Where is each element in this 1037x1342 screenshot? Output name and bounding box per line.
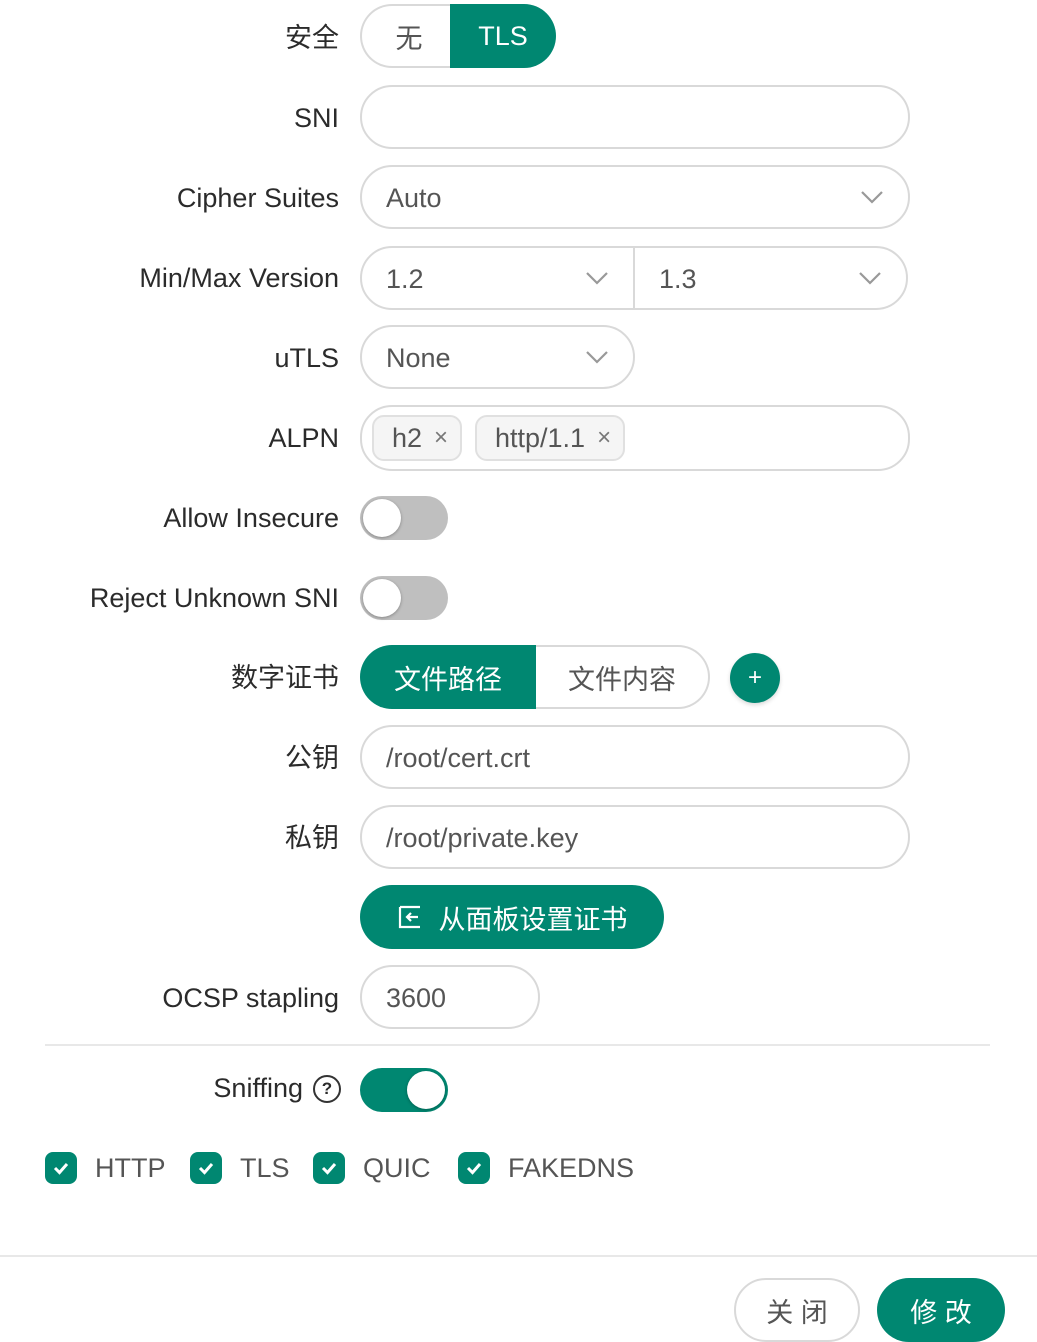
version-label: Min/Max Version: [139, 263, 339, 293]
cipher-suites-value: Auto: [386, 183, 442, 213]
footer-divider: [0, 1255, 1037, 1257]
close-icon[interactable]: ×: [597, 424, 611, 452]
security-label: 安全: [285, 23, 339, 53]
set-cert-from-panel-label: 从面板设置证书: [438, 904, 628, 935]
reject-unknown-sni-toggle[interactable]: [360, 576, 448, 620]
sniffing-toggle[interactable]: [360, 1068, 448, 1112]
max-version-value: 1.3: [659, 264, 697, 294]
alpn-label: ALPN: [268, 423, 339, 453]
ocsp-label: OCSP stapling: [162, 983, 339, 1013]
alpn-multiselect[interactable]: h2 × http/1.1 ×: [360, 405, 910, 471]
utls-value: None: [386, 343, 451, 373]
allow-insecure-label: Allow Insecure: [163, 503, 339, 533]
private-key-input[interactable]: /root/private.key: [360, 805, 910, 869]
save-button[interactable]: 修 改: [877, 1278, 1005, 1342]
sni-label: SNI: [293, 103, 339, 133]
public-key-value: /root/cert.crt: [386, 743, 531, 773]
set-cert-from-panel-button[interactable]: 从面板设置证书: [360, 885, 664, 949]
sniffing-label: Sniffing: [213, 1073, 303, 1103]
version-select-group: 1.2 1.3: [360, 246, 908, 310]
certificate-label: 数字证书: [231, 663, 339, 693]
utls-select[interactable]: None: [360, 325, 635, 389]
chevron-down-icon: [861, 191, 883, 204]
sniff-fakedns-label: FAKEDNS: [508, 1152, 635, 1183]
allow-insecure-toggle[interactable]: [360, 496, 448, 540]
sniff-fakedns-checkbox[interactable]: FAKEDNS: [458, 1152, 634, 1184]
sniff-quic-checkbox[interactable]: QUIC: [313, 1152, 431, 1184]
cipher-suites-select[interactable]: Auto: [360, 165, 910, 229]
ocsp-input[interactable]: 3600: [360, 965, 540, 1029]
help-icon[interactable]: ?: [313, 1074, 341, 1103]
alpn-tag-label: h2: [392, 422, 423, 453]
private-key-value: /root/private.key: [386, 823, 579, 853]
close-icon[interactable]: ×: [434, 424, 448, 452]
checkmark-icon: [45, 1152, 77, 1184]
security-option-none[interactable]: 无: [360, 4, 456, 68]
reject-unknown-sni-label: Reject Unknown SNI: [89, 583, 339, 613]
min-version-value: 1.2: [386, 264, 424, 294]
close-button[interactable]: 关 闭: [734, 1278, 860, 1342]
sniff-tls-checkbox[interactable]: TLS: [190, 1152, 290, 1184]
utls-label: uTLS: [274, 343, 339, 373]
certificate-option-file-path[interactable]: 文件路径: [360, 645, 536, 709]
certificate-option-file-content[interactable]: 文件内容: [536, 645, 710, 709]
checkmark-icon: [313, 1152, 345, 1184]
max-version-select[interactable]: 1.3: [633, 246, 908, 310]
ocsp-value: 3600: [386, 983, 447, 1013]
min-version-select[interactable]: 1.2: [360, 246, 635, 310]
sniff-http-label: HTTP: [95, 1152, 166, 1183]
chevron-down-icon: [586, 272, 608, 285]
sni-input[interactable]: [360, 85, 910, 149]
import-icon: [398, 905, 420, 929]
toggle-knob: [407, 1071, 445, 1109]
chevron-down-icon: [859, 272, 881, 285]
public-key-label: 公钥: [285, 743, 339, 773]
checkmark-icon: [458, 1152, 490, 1184]
toggle-knob: [363, 579, 401, 617]
public-key-input[interactable]: /root/cert.crt: [360, 725, 910, 789]
sniffing-label-group: Sniffing ?: [213, 1073, 341, 1104]
alpn-tag: h2 ×: [372, 415, 463, 461]
checkmark-icon: [190, 1152, 222, 1184]
private-key-label: 私钥: [285, 823, 339, 853]
alpn-tag: http/1.1 ×: [475, 415, 626, 461]
cipher-suites-label: Cipher Suites: [176, 183, 339, 213]
sniff-quic-label: QUIC: [363, 1152, 431, 1183]
security-option-tls[interactable]: TLS: [450, 4, 556, 68]
chevron-down-icon: [586, 351, 608, 364]
alpn-tag-label: http/1.1: [495, 422, 586, 453]
toggle-knob: [363, 499, 401, 537]
section-divider: [45, 1044, 990, 1046]
add-certificate-button[interactable]: +: [730, 653, 780, 703]
sniff-tls-label: TLS: [240, 1152, 290, 1183]
sniff-http-checkbox[interactable]: HTTP: [45, 1152, 166, 1184]
plus-icon: +: [747, 664, 762, 691]
